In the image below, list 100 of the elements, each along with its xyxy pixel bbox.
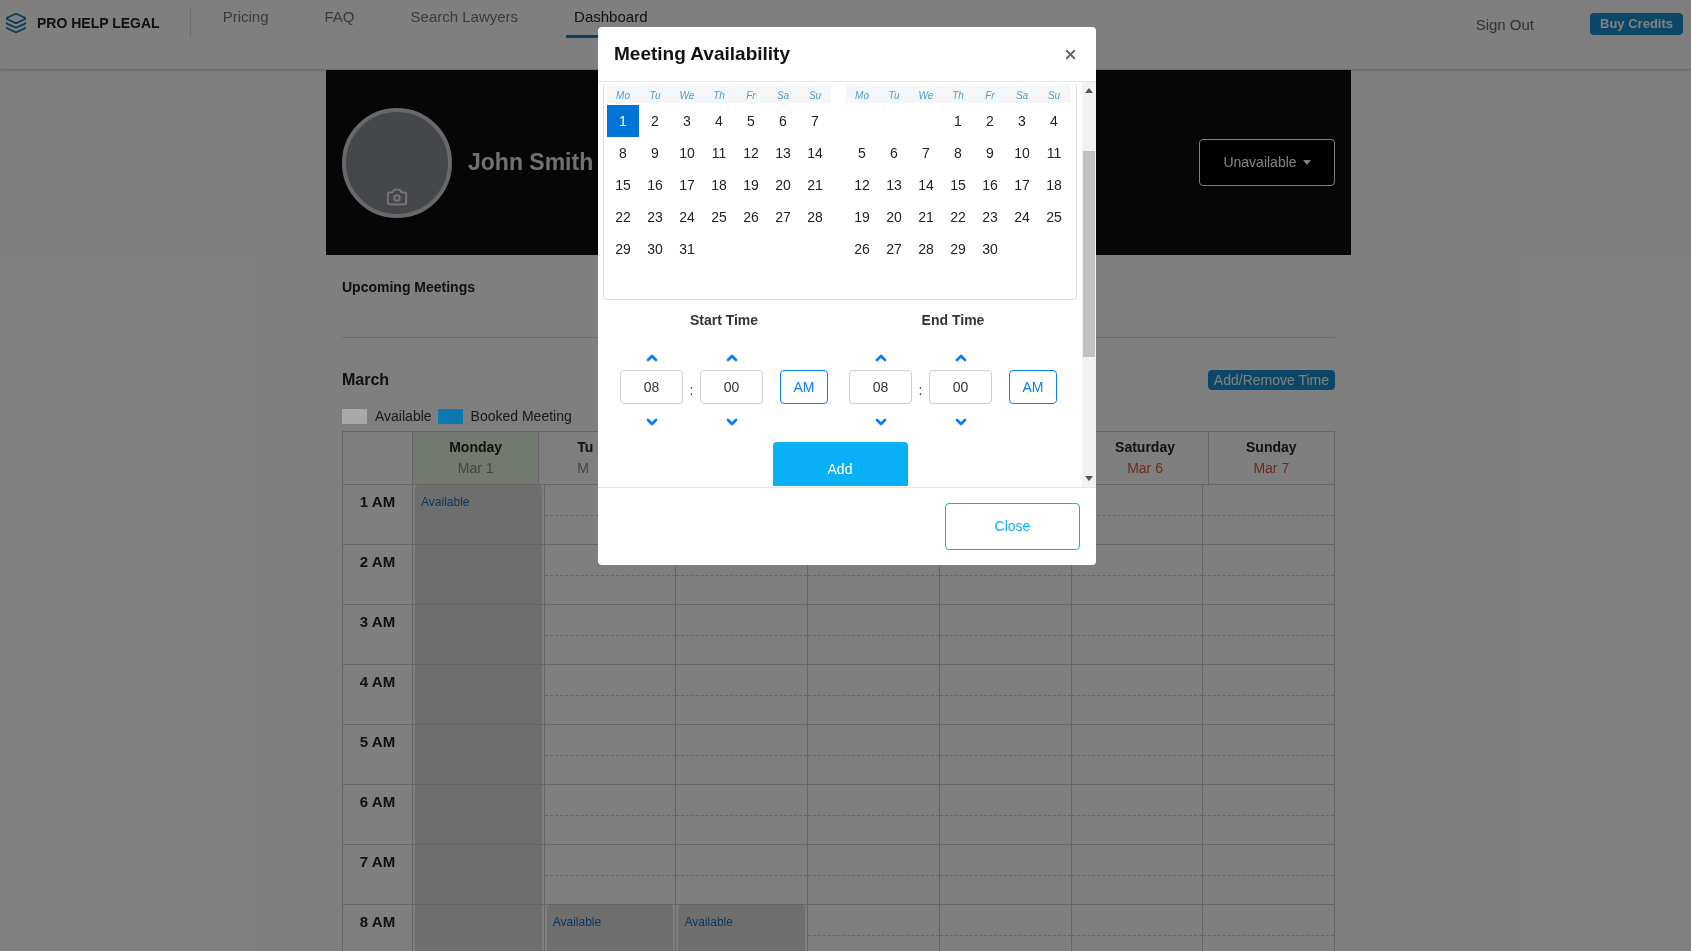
weekday-label: Sa [775, 89, 791, 103]
dialog-title: Meeting Availability [614, 41, 790, 66]
scrollbar[interactable] [1082, 82, 1096, 487]
time-label: End Time [921, 311, 985, 330]
weekday-label: Mo [615, 89, 631, 103]
calendar-day[interactable]: 11 [1038, 137, 1070, 169]
calendar-day[interactable]: 6 [878, 137, 910, 169]
legend-label: Available [375, 406, 432, 426]
calendar-day[interactable]: 13 [878, 169, 910, 201]
calendar-day[interactable]: 17 [671, 169, 703, 201]
calendar-day[interactable]: 3 [671, 105, 703, 137]
calendar-day[interactable]: 1 [942, 105, 974, 137]
calendar-day[interactable]: 4 [1038, 105, 1070, 137]
day-name: Tu [577, 438, 594, 457]
calendar-day[interactable]: 30 [639, 233, 671, 265]
hour-label: 6 AM [359, 792, 396, 811]
calendar-day[interactable]: 16 [974, 169, 1006, 201]
calendar-day[interactable]: 26 [846, 233, 878, 265]
calendar-day[interactable]: 25 [1038, 201, 1070, 233]
calendar-day[interactable]: 16 [639, 169, 671, 201]
calendar-day[interactable]: 2 [974, 105, 1006, 137]
minute-field[interactable]: 00 [929, 370, 992, 404]
status-dropdown-button[interactable]: Unavailable [1199, 139, 1335, 186]
weekday-label: Su [807, 89, 823, 103]
calendar-day[interactable]: 4 [703, 105, 735, 137]
minute-field[interactable]: 00 [700, 370, 763, 404]
calendar-day[interactable]: 21 [799, 169, 831, 201]
weekday-label: Tu [648, 89, 662, 103]
calendar-day[interactable]: 15 [942, 169, 974, 201]
period-button[interactable]: AM [780, 370, 828, 404]
calendar-day[interactable]: 10 [671, 137, 703, 169]
calendar-day[interactable]: 21 [910, 201, 942, 233]
caret-icon [1302, 160, 1311, 165]
calendar-day[interactable]: 29 [607, 233, 639, 265]
calendar-day[interactable]: 9 [974, 137, 1006, 169]
day-date: Mar 7 [1253, 459, 1290, 478]
slot-label: Available [421, 495, 470, 509]
period-button[interactable]: AM [1009, 370, 1057, 404]
calendar-day[interactable]: 23 [974, 201, 1006, 233]
calendar-day[interactable]: 11 [703, 137, 735, 169]
calendar-day[interactable]: 12 [846, 169, 878, 201]
calendar-day[interactable]: 25 [703, 201, 735, 233]
calendar-day[interactable]: 5 [735, 105, 767, 137]
time-label: Start Time [689, 311, 759, 330]
calendar-day[interactable]: 31 [671, 233, 703, 265]
calendar-day[interactable]: 28 [799, 201, 831, 233]
weekday-label: Fr [984, 89, 996, 103]
calendar-day[interactable]: 13 [767, 137, 799, 169]
day-date: Mar 6 [1127, 459, 1163, 478]
calendar-day[interactable]: 22 [942, 201, 974, 233]
calendar-day[interactable]: 24 [1006, 201, 1038, 233]
calendar-day[interactable]: 26 [735, 201, 767, 233]
hour-label: 1 AM [359, 492, 396, 511]
scroll-up-icon[interactable] [1085, 88, 1093, 93]
calendar-day[interactable]: 2 [639, 105, 671, 137]
calendar-day[interactable]: 9 [639, 137, 671, 169]
calendar-day[interactable]: 30 [974, 233, 1006, 265]
weekday-label: We [917, 89, 935, 103]
calendar-day[interactable]: 18 [1038, 169, 1070, 201]
hour-label: 5 AM [359, 732, 396, 751]
calendar-day[interactable]: 18 [703, 169, 735, 201]
calendar-day[interactable]: 17 [1006, 169, 1038, 201]
slot-label: Available [552, 915, 602, 929]
hour-label: 8 AM [359, 912, 396, 931]
calendar-day[interactable]: 23 [639, 201, 671, 233]
calendar-day[interactable]: 19 [846, 201, 878, 233]
hour-label: 2 AM [359, 552, 396, 571]
calendar-day[interactable]: 1 [607, 105, 639, 137]
month-title: March [342, 370, 390, 390]
calendar-day[interactable]: 3 [1006, 105, 1038, 137]
calendar-day[interactable]: 12 [735, 137, 767, 169]
calendar-day[interactable]: 27 [767, 201, 799, 233]
calendar-day[interactable]: 20 [878, 201, 910, 233]
calendar-day[interactable]: 15 [607, 169, 639, 201]
hour-label: 7 AM [359, 852, 396, 871]
calendar-day[interactable]: 7 [910, 137, 942, 169]
day-date: M [577, 459, 589, 478]
calendar-day[interactable]: 29 [942, 233, 974, 265]
calendar-day[interactable]: 14 [910, 169, 942, 201]
calendar-day[interactable]: 8 [942, 137, 974, 169]
brand-name[interactable]: PRO HELP LEGAL [37, 12, 160, 34]
calendar-day[interactable]: 20 [767, 169, 799, 201]
time-separator: : [688, 381, 695, 400]
profile-name: John Smith [468, 148, 594, 178]
calendar-day[interactable]: 27 [878, 233, 910, 265]
scroll-down-icon[interactable] [1085, 476, 1093, 481]
calendar-day[interactable]: 8 [607, 137, 639, 169]
calendar-day[interactable]: 28 [910, 233, 942, 265]
weekday-label: Tu [887, 89, 901, 103]
hour-field[interactable]: 08 [620, 370, 683, 404]
weekday-label: Th [951, 89, 965, 103]
calendar-day[interactable]: 10 [1006, 137, 1038, 169]
calendar-day[interactable]: 24 [671, 201, 703, 233]
hour-field[interactable]: 08 [849, 370, 912, 404]
calendar-day[interactable]: 5 [846, 137, 878, 169]
calendar-day[interactable]: 14 [799, 137, 831, 169]
calendar-day[interactable]: 22 [607, 201, 639, 233]
calendar-day[interactable]: 6 [767, 105, 799, 137]
calendar-day[interactable]: 7 [799, 105, 831, 137]
calendar-day[interactable]: 19 [735, 169, 767, 201]
